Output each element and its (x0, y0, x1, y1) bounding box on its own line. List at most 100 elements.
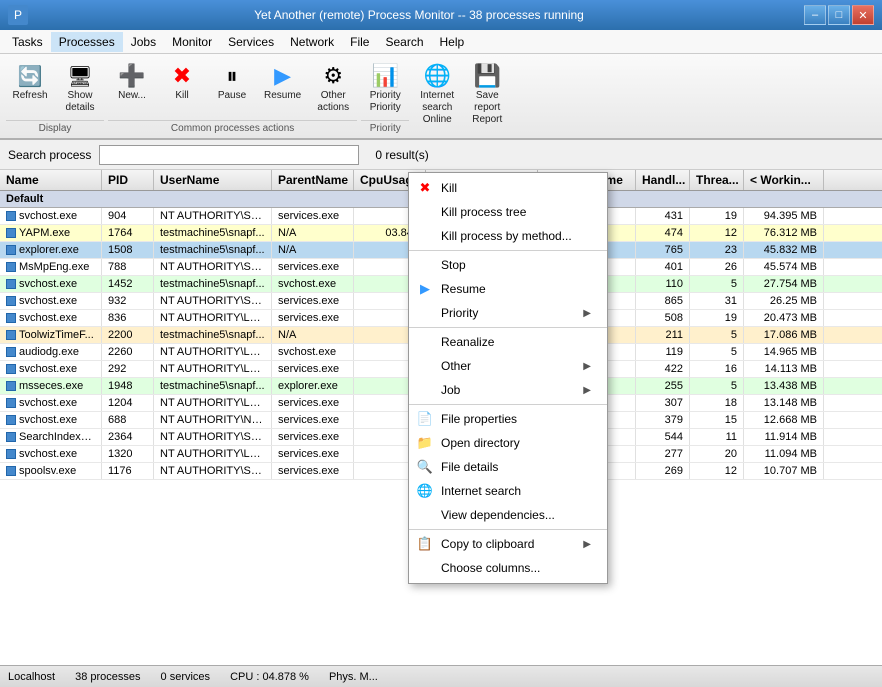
cell-pid: 1204 (102, 395, 154, 411)
minimize-button[interactable]: – (804, 5, 826, 25)
ctx-icon-reanalize (417, 334, 433, 350)
ctx-icon-job (417, 382, 433, 398)
cell-working: 10.707 MB (744, 463, 824, 479)
show-details-label: Showdetails (66, 90, 95, 114)
col-parentname[interactable]: ParentName (272, 170, 354, 190)
cell-threads: 15 (690, 412, 744, 428)
kill-button[interactable]: ✖ Kill (158, 58, 206, 106)
cell-pid: 904 (102, 208, 154, 224)
cell-working: 26.25 MB (744, 293, 824, 309)
new-button[interactable]: ➕ New... (108, 58, 156, 106)
show-details-button[interactable]: 🖥 Showdetails (56, 58, 104, 118)
cell-threads: 12 (690, 225, 744, 241)
menu-tasks[interactable]: Tasks (4, 32, 51, 52)
cell-working: 94.395 MB (744, 208, 824, 224)
cell-parentname: svchost.exe (272, 344, 354, 360)
cell-pid: 788 (102, 259, 154, 275)
col-threads[interactable]: Threa... (690, 170, 744, 190)
cell-name: svchost.exe (0, 276, 102, 292)
cell-username: NT AUTHORITY\SYST... (154, 259, 272, 275)
context-menu-item-priority[interactable]: Priority▶ (409, 301, 607, 325)
context-menu-item-kill-process-tree[interactable]: Kill process tree (409, 200, 607, 224)
ctx-label-priority: Priority (441, 306, 478, 320)
pause-button[interactable]: ⏸ Pause (208, 58, 256, 106)
cell-handles: 307 (636, 395, 690, 411)
main-content: Name PID UserName ParentName CpuUsage Av… (0, 170, 882, 665)
cell-parentname: svchost.exe (272, 276, 354, 292)
status-host: Localhost (8, 671, 55, 683)
cell-parentname: N/A (272, 242, 354, 258)
cell-working: 17.086 MB (744, 327, 824, 343)
cell-name: explorer.exe (0, 242, 102, 258)
ctx-icon-kill: ✖ (417, 180, 433, 196)
toolbar-common-section: ➕ New... ✖ Kill ⏸ Pause ▶ Resume ⚙ Other… (108, 58, 357, 134)
cell-parentname: services.exe (272, 208, 354, 224)
status-cpu: CPU : 04.878 % (230, 671, 309, 683)
context-menu-item-kill[interactable]: ✖Kill (409, 176, 607, 200)
context-menu-item-view-dependencies[interactable]: View dependencies... (409, 503, 607, 527)
context-menu-item-other[interactable]: Other▶ (409, 354, 607, 378)
cell-name: msseces.exe (0, 378, 102, 394)
cell-name: svchost.exe (0, 395, 102, 411)
menu-network[interactable]: Network (282, 32, 342, 52)
cell-working: 14.113 MB (744, 361, 824, 377)
ctx-label-copy-clipboard: Copy to clipboard (441, 537, 534, 551)
search-input[interactable] (99, 145, 359, 165)
menu-help[interactable]: Help (432, 32, 473, 52)
ctx-label-file-details: File details (441, 460, 498, 474)
context-menu-item-kill-by-method[interactable]: Kill process by method... (409, 224, 607, 248)
context-menu-item-copy-clipboard[interactable]: 📋Copy to clipboard▶ (409, 532, 607, 556)
ctx-label-job: Job (441, 383, 460, 397)
cell-pid: 1176 (102, 463, 154, 479)
internet-search-button[interactable]: 🌐 InternetsearchOnline (413, 58, 461, 130)
context-menu-item-reanalize[interactable]: Reanalize (409, 330, 607, 354)
status-phys: Phys. M... (329, 671, 378, 683)
cell-parentname: services.exe (272, 293, 354, 309)
context-menu-item-open-directory[interactable]: 📁Open directory (409, 431, 607, 455)
ctx-label-stop: Stop (441, 258, 466, 272)
ctx-icon-file-details: 🔍 (417, 459, 433, 475)
context-menu-item-choose-columns[interactable]: Choose columns... (409, 556, 607, 580)
other-actions-button[interactable]: ⚙ Otheractions (309, 58, 357, 118)
cell-threads: 5 (690, 378, 744, 394)
menu-services[interactable]: Services (220, 32, 282, 52)
cell-username: NT AUTHORITY\SYST... (154, 429, 272, 445)
ctx-label-kill-by-method: Kill process by method... (441, 229, 572, 243)
menu-search[interactable]: Search (377, 32, 431, 52)
save-report-button[interactable]: 💾 SavereportReport (463, 58, 511, 130)
context-menu-separator (409, 327, 607, 328)
menu-monitor[interactable]: Monitor (164, 32, 220, 52)
priority-label: PriorityPriority (370, 90, 401, 114)
maximize-button[interactable]: □ (828, 5, 850, 25)
cell-username: testmachine5\snapf... (154, 378, 272, 394)
cell-name: ToolwizTimeF... (0, 327, 102, 343)
context-menu-item-file-details[interactable]: 🔍 File details (409, 455, 607, 479)
cell-working: 13.148 MB (744, 395, 824, 411)
cell-working: 76.312 MB (744, 225, 824, 241)
app-icon: P (8, 5, 28, 25)
cell-username: NT AUTHORITY\LOC... (154, 310, 272, 326)
ctx-icon-file-properties: 📄 (417, 411, 433, 427)
resume-button[interactable]: ▶ Resume (258, 58, 307, 106)
priority-section-label: Priority (361, 120, 409, 134)
refresh-button[interactable]: 🔄 Refresh (6, 58, 54, 106)
menu-file[interactable]: File (342, 32, 377, 52)
cell-username: NT AUTHORITY\SYST... (154, 208, 272, 224)
priority-button[interactable]: 📊 PriorityPriority (361, 58, 409, 118)
col-pid[interactable]: PID (102, 170, 154, 190)
menu-jobs[interactable]: Jobs (123, 32, 164, 52)
close-button[interactable]: ✕ (852, 5, 874, 25)
col-handles[interactable]: Handl... (636, 170, 690, 190)
menu-processes[interactable]: Processes (51, 32, 123, 52)
cell-parentname: N/A (272, 225, 354, 241)
priority-buttons: 📊 PriorityPriority (361, 58, 409, 118)
col-working[interactable]: < Workin... (744, 170, 824, 190)
col-username[interactable]: UserName (154, 170, 272, 190)
col-name[interactable]: Name (0, 170, 102, 190)
context-menu-item-stop[interactable]: Stop (409, 253, 607, 277)
context-menu-item-internet-search[interactable]: 🌐Internet search (409, 479, 607, 503)
title-bar: P Yet Another (remote) Process Monitor -… (0, 0, 882, 30)
context-menu-item-file-properties[interactable]: 📄File properties (409, 407, 607, 431)
context-menu-item-job[interactable]: Job▶ (409, 378, 607, 402)
context-menu-item-resume[interactable]: ▶Resume (409, 277, 607, 301)
